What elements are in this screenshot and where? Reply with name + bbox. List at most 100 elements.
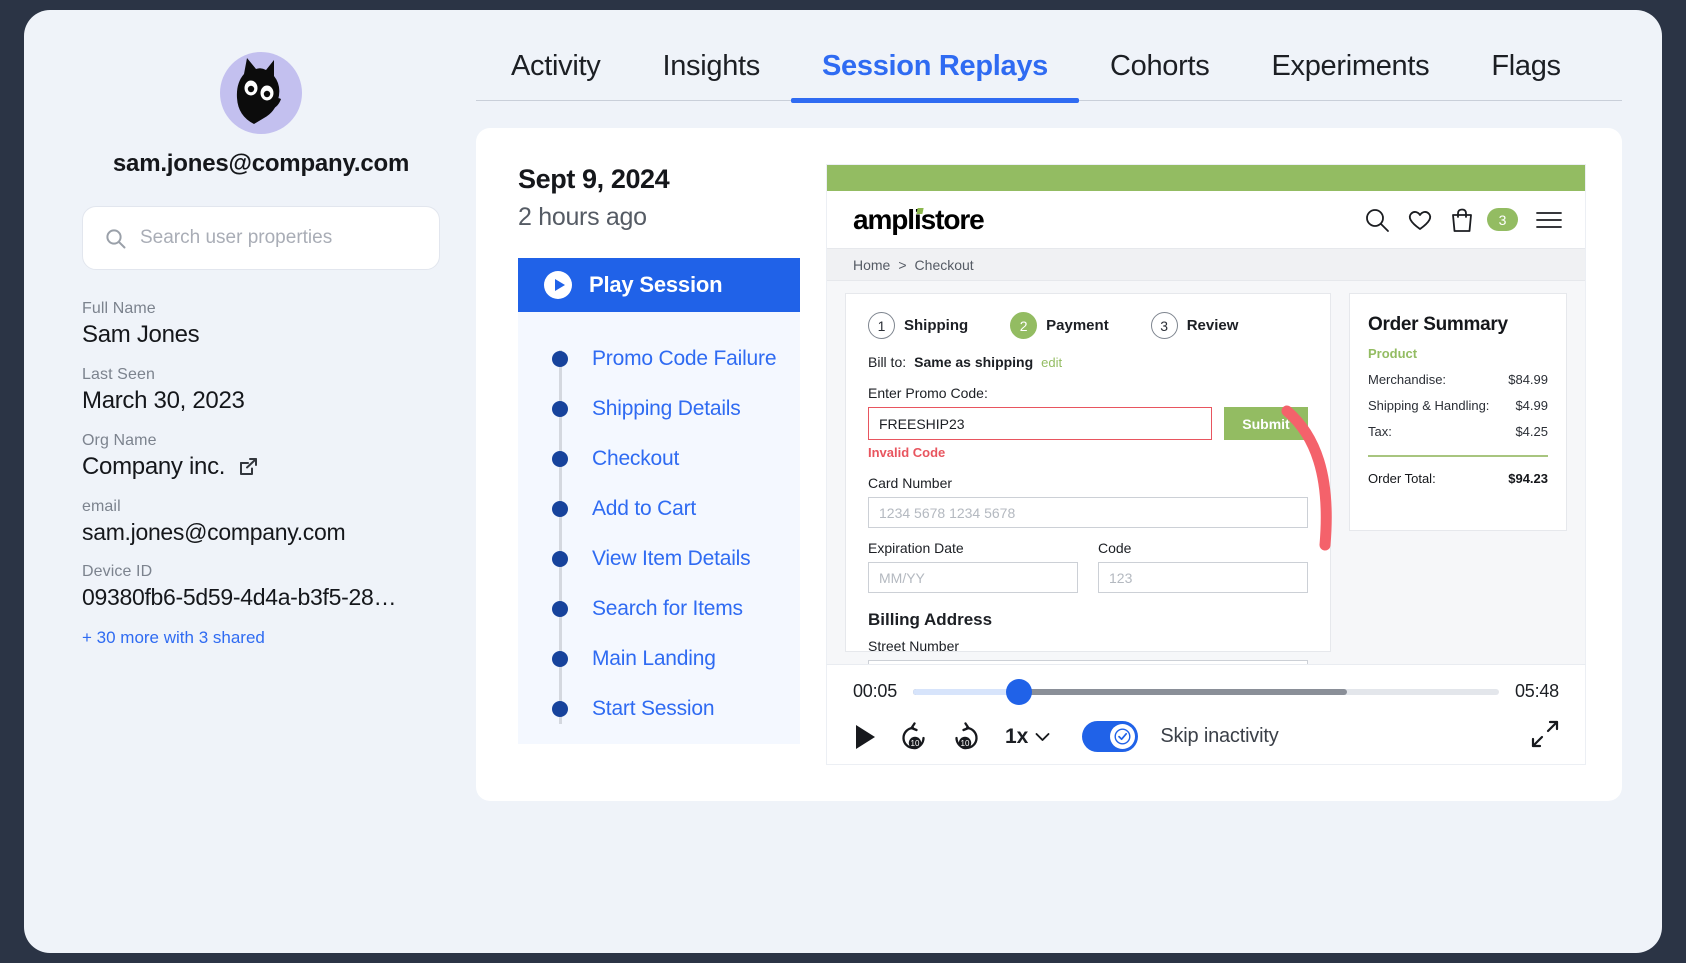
property-email: email sam.jones@company.com	[82, 498, 440, 546]
card-number-input[interactable]	[868, 497, 1308, 528]
checkout-step-review[interactable]: 3 Review	[1150, 312, 1238, 339]
timeline-step-label: Start Session	[592, 697, 715, 720]
breadcrumb-home[interactable]: Home	[853, 257, 890, 273]
street-number-input[interactable]	[868, 660, 1308, 664]
search-input[interactable]	[140, 227, 417, 249]
timeline-step-label: Shipping Details	[592, 397, 741, 420]
timeline-step[interactable]: Checkout	[518, 434, 800, 484]
store-logo[interactable]: amplistore	[853, 204, 985, 236]
progress-knob[interactable]	[1005, 678, 1032, 705]
user-properties-list: Full Name Sam Jones Last Seen March 30, …	[82, 300, 440, 648]
code-group: Code	[1098, 540, 1308, 593]
chevron-down-icon	[1035, 732, 1050, 742]
play-circle-icon	[543, 270, 573, 300]
property-value: sam.jones@company.com	[82, 519, 346, 545]
play-button[interactable]	[853, 723, 877, 751]
play-session-button[interactable]: Play Session	[518, 258, 800, 312]
checkout-step-payment[interactable]: 2 Payment	[1010, 312, 1109, 339]
property-value: 09380fb6-5d59-4d4a-b3f5-28…	[82, 584, 397, 610]
timeline-step-label: Main Landing	[592, 647, 716, 670]
breadcrumb-separator: >	[898, 256, 907, 273]
app-window: sam.jones@company.com Full Name Sam Jone…	[24, 10, 1662, 953]
timeline-step-label: Checkout	[592, 447, 680, 470]
order-summary-row: Tax: $4.25	[1368, 424, 1548, 439]
skip-inactivity-toggle[interactable]	[1082, 721, 1139, 752]
search-icon[interactable]	[1364, 207, 1390, 233]
timeline-step[interactable]: Promo Code Failure	[518, 334, 800, 384]
property-label: Org Name	[82, 432, 157, 449]
property-value: Sam Jones	[82, 321, 200, 348]
search-user-properties[interactable]	[82, 206, 440, 270]
row-label: Tax:	[1368, 424, 1392, 439]
store-top-bar	[827, 165, 1585, 191]
tab-activity[interactable]: Activity	[480, 44, 631, 100]
property-full-name: Full Name Sam Jones	[82, 300, 440, 349]
row-value: $84.99	[1508, 372, 1548, 387]
tab-experiments[interactable]: Experiments	[1240, 44, 1460, 100]
fullscreen-button[interactable]	[1531, 720, 1559, 753]
tab-session-replays[interactable]: Session Replays	[791, 44, 1079, 103]
security-code-input[interactable]	[1098, 562, 1308, 593]
card-details-row: Expiration Date Code	[868, 540, 1308, 593]
timeline-step[interactable]: Add to Cart	[518, 484, 800, 534]
step-label: Shipping	[904, 317, 969, 334]
rewind-10-button[interactable]: 10	[899, 721, 929, 752]
timeline-step[interactable]: View Item Details	[518, 534, 800, 584]
timeline-step[interactable]: Main Landing	[518, 634, 800, 684]
store-header: amplistore 3	[827, 191, 1585, 249]
card-number-label: Card Number	[868, 475, 953, 491]
tab-flags[interactable]: Flags	[1460, 44, 1591, 100]
expiration-input[interactable]	[868, 562, 1078, 593]
property-label: Device ID	[82, 563, 153, 580]
bill-to-edit-link[interactable]: edit	[1041, 355, 1062, 370]
street-number-label: Street Number	[868, 638, 960, 654]
order-total-label: Order Total:	[1368, 470, 1436, 486]
promo-submit-button[interactable]: Submit	[1224, 407, 1308, 440]
property-value: Company inc.	[82, 453, 226, 480]
timeline-step[interactable]: Shipping Details	[518, 384, 800, 434]
step-label: Payment	[1046, 317, 1109, 334]
svg-text:10: 10	[961, 739, 970, 748]
playback-speed-value: 1x	[1005, 724, 1029, 748]
step-number: 2	[1010, 312, 1038, 339]
bill-to-value: Same as shipping	[914, 354, 1034, 370]
session-player: amplistore 3 Home > Checkout 1 Shipping …	[826, 164, 1586, 765]
timeline-step[interactable]: Search for Items	[518, 584, 800, 634]
session-timeline-panel: Sept 9, 2024 2 hours ago Play Session Pr…	[518, 164, 800, 765]
timeline-dot-icon	[552, 351, 568, 367]
total-time: 05:48	[1514, 681, 1559, 701]
heart-icon[interactable]	[1407, 208, 1433, 232]
hamburger-menu-icon[interactable]	[1535, 209, 1563, 231]
order-summary-product-header: Product	[1368, 346, 1418, 361]
session-date: Sept 9, 2024	[518, 164, 670, 194]
playback-speed-selector[interactable]: 1x	[1005, 725, 1050, 749]
avatar-wrap	[82, 52, 440, 134]
timeline-dot-icon	[552, 501, 568, 517]
session-relative-time: 2 hours ago	[518, 203, 647, 231]
external-link-icon[interactable]	[237, 456, 259, 478]
timeline-dot-icon	[552, 551, 568, 567]
breadcrumb-current: Checkout	[914, 256, 974, 273]
tab-insights[interactable]: Insights	[631, 44, 791, 100]
forward-10-button[interactable]: 10	[951, 721, 981, 752]
billing-address-title: Billing Address	[868, 610, 993, 629]
checkout-step-shipping[interactable]: 1 Shipping	[868, 312, 968, 339]
playback-buttons: 10 10 1x Skip inactivity	[853, 720, 1559, 753]
order-total-value: $94.23	[1508, 470, 1548, 486]
timeline-dot-icon	[552, 601, 568, 617]
timeline-step[interactable]: Start Session	[518, 684, 800, 734]
user-sidebar: sam.jones@company.com Full Name Sam Jone…	[24, 10, 476, 953]
promo-code-row: Submit	[868, 407, 1308, 440]
order-summary-row: Merchandise: $84.99	[1368, 372, 1548, 387]
store-header-icons: 3	[1364, 207, 1563, 233]
property-value-row: Company inc.	[82, 453, 440, 481]
order-summary-row: Shipping & Handling: $4.99	[1368, 398, 1548, 413]
property-label: email	[82, 498, 121, 515]
shopping-bag-icon[interactable]	[1450, 207, 1474, 233]
scrub-row: 00:05 05:48	[853, 678, 1559, 705]
promo-code-input[interactable]	[868, 407, 1212, 440]
progress-slider[interactable]	[913, 678, 1499, 705]
cat-mascot-avatar	[236, 58, 281, 124]
tab-cohorts[interactable]: Cohorts	[1079, 44, 1240, 100]
more-properties-link[interactable]: + 30 more with 3 shared	[82, 628, 440, 648]
